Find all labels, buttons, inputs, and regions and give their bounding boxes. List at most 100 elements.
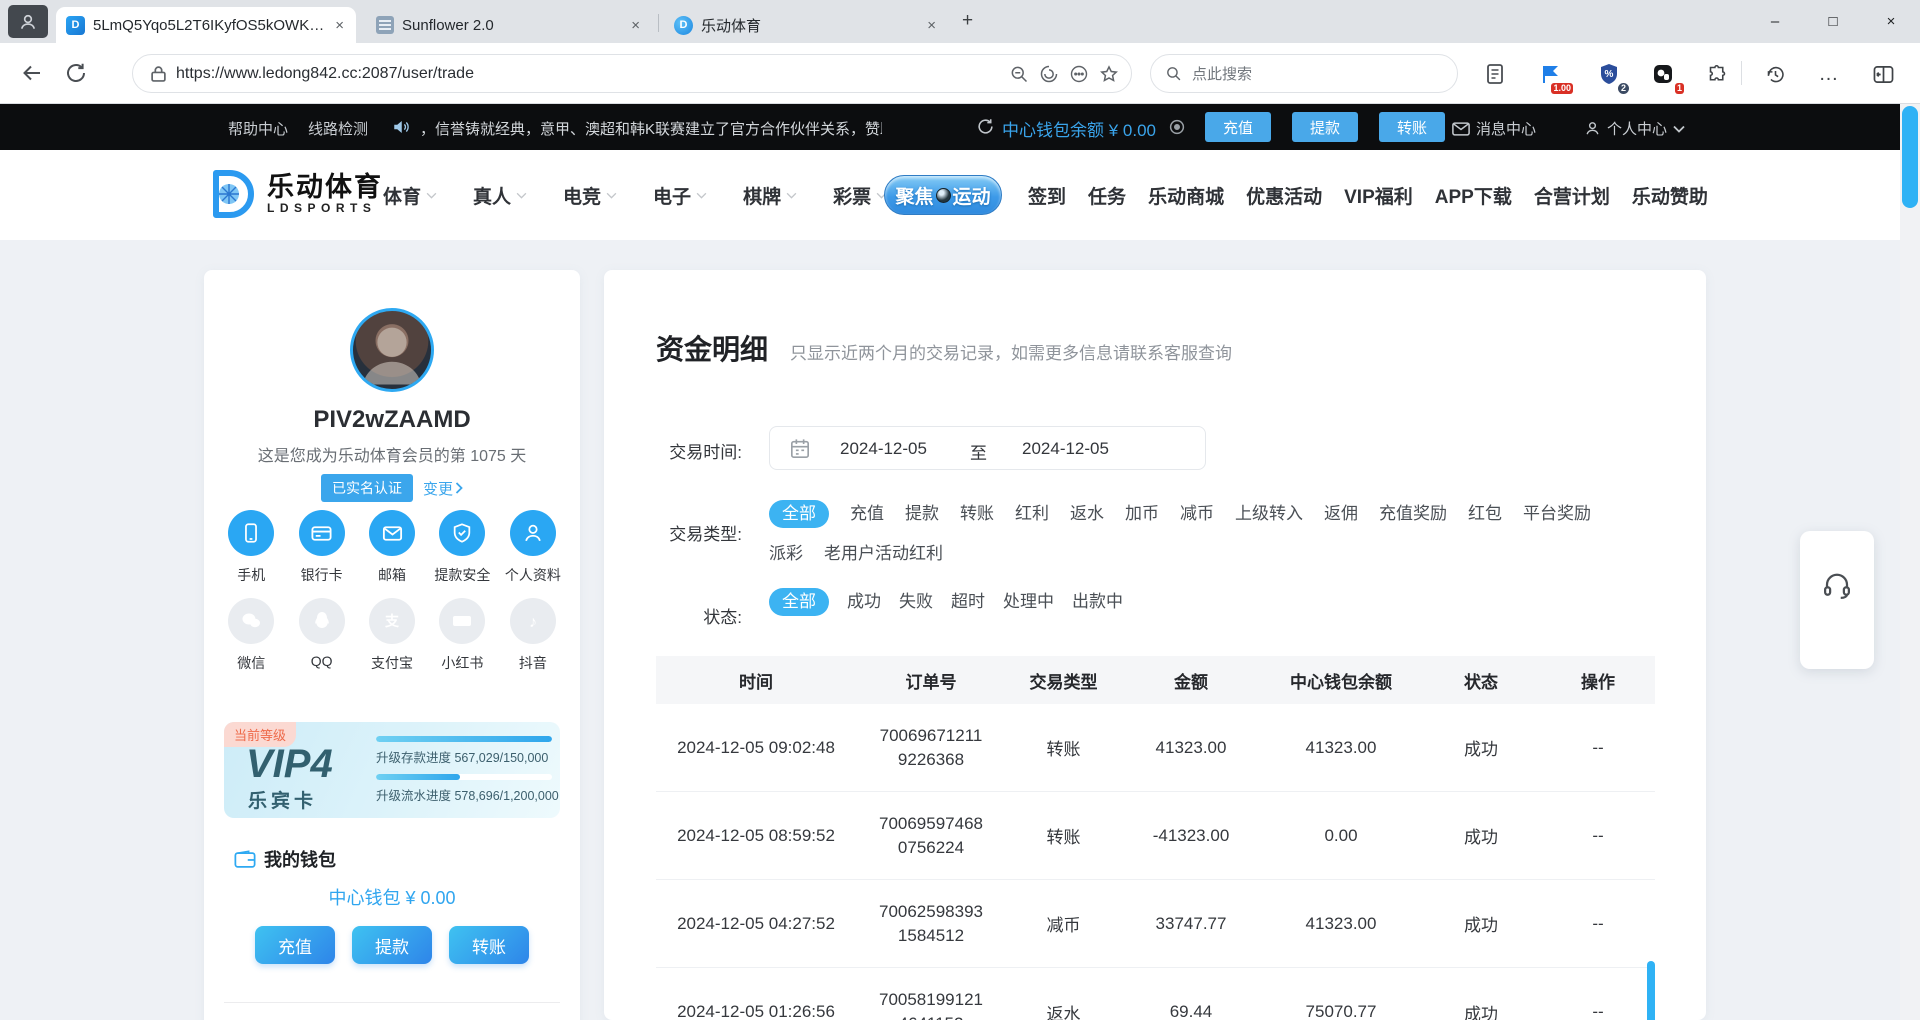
nav-link-vip[interactable]: VIP福利 [1344, 182, 1413, 209]
nav-link-signin[interactable]: 签到 [1028, 182, 1066, 209]
refresh-icon[interactable] [64, 61, 88, 85]
status-option-selected[interactable]: 全部 [769, 588, 829, 616]
more-tools-icon[interactable] [1069, 64, 1089, 84]
url-text[interactable]: https://www.ledong842.cc:2087/user/trade [176, 65, 999, 83]
unbound-alipay[interactable]: 支 支付宝 [357, 598, 427, 673]
svg-text:%: % [1605, 69, 1614, 80]
search-box[interactable]: 点此搜索 [1150, 54, 1458, 93]
topbar-deposit-button[interactable]: 充值 [1205, 112, 1271, 142]
status-option[interactable]: 超时 [951, 589, 985, 615]
tab-active[interactable]: D 5LmQ5Yqo5L2T6IKyfOS5kOWKqC × [56, 7, 356, 43]
site-logo[interactable]: 乐动体育 LDSPORTS [203, 167, 383, 221]
address-bar[interactable]: https://www.ledong842.cc:2087/user/trade [132, 54, 1132, 93]
bound-withdraw-safety[interactable]: 提款安全 [427, 510, 497, 585]
topbar-withdraw-button[interactable]: 提款 [1292, 112, 1358, 142]
type-option[interactable]: 充值奖励 [1379, 501, 1447, 527]
extensions-puzzle-icon[interactable] [1700, 57, 1734, 91]
type-option[interactable]: 老用户活动红利 [824, 541, 943, 567]
hide-balance-eye-icon[interactable] [1168, 118, 1186, 136]
table-scrollbar-thumb[interactable] [1647, 961, 1655, 1020]
type-option[interactable]: 返水 [1070, 501, 1104, 527]
nav-link-promos[interactable]: 优惠活动 [1246, 182, 1322, 209]
favorite-star-icon[interactable] [1099, 64, 1119, 84]
nav-menu-esports[interactable]: 电竞 [563, 182, 617, 209]
type-option[interactable]: 红包 [1468, 501, 1502, 527]
zoom-out-icon[interactable] [1009, 64, 1029, 84]
sidebar-withdraw-button[interactable]: 提款 [352, 926, 432, 964]
window-minimize-button[interactable]: – [1746, 0, 1804, 43]
nav-menu-sports[interactable]: 体育 [383, 182, 437, 209]
sidebar-transfer-button[interactable]: 转账 [449, 926, 529, 964]
unbound-xiaohongshu[interactable]: 小红书 [427, 598, 497, 673]
type-option-selected[interactable]: 全部 [769, 500, 829, 528]
tab-close-icon[interactable]: × [629, 17, 642, 34]
message-center-link[interactable]: 消息中心 [1452, 118, 1536, 139]
history-icon[interactable] [1758, 57, 1792, 91]
type-option[interactable]: 提款 [905, 501, 939, 527]
help-center-link[interactable]: 帮助中心 [228, 118, 288, 139]
status-option[interactable]: 成功 [847, 589, 881, 615]
unbound-douyin[interactable]: ♪ 抖音 [498, 598, 568, 673]
nav-menu-lottery[interactable]: 彩票 [833, 182, 887, 209]
date-range-picker[interactable]: 2024-12-05 至 2024-12-05 [769, 426, 1206, 470]
customer-service-headset-icon[interactable] [1822, 572, 1852, 600]
type-option[interactable]: 充值 [850, 501, 884, 527]
messenger-extension-icon[interactable]: 1 [1646, 57, 1680, 91]
type-option[interactable]: 减币 [1180, 501, 1214, 527]
date-from-value[interactable]: 2024-12-05 [840, 439, 927, 459]
split-screen-icon[interactable] [1866, 57, 1900, 91]
new-tab-button[interactable]: + [962, 10, 973, 32]
bound-phone[interactable]: 手机 [216, 510, 286, 585]
date-to-value[interactable]: 2024-12-05 [1022, 439, 1109, 459]
tab-close-icon[interactable]: × [333, 17, 346, 34]
type-option[interactable]: 加币 [1125, 501, 1159, 527]
unbound-wechat[interactable]: 微信 [216, 598, 286, 673]
nav-link-app[interactable]: APP下载 [1435, 182, 1512, 209]
focus-sports-button[interactable]: 聚焦 运动 [884, 175, 1002, 215]
line-check-link[interactable]: 线路检测 [308, 118, 368, 139]
bound-profile[interactable]: 个人资料 [498, 510, 568, 585]
reading-list-icon[interactable] [1478, 57, 1512, 91]
page-scrollbar[interactable] [1900, 104, 1920, 1020]
window-maximize-button[interactable]: □ [1804, 0, 1862, 43]
bound-email[interactable]: 邮箱 [357, 510, 427, 585]
status-option[interactable]: 失败 [899, 589, 933, 615]
type-option[interactable]: 平台奖励 [1523, 501, 1591, 527]
browser-profile-button[interactable] [8, 5, 48, 38]
price-tracker-extension-icon[interactable]: 1.00 [1535, 57, 1569, 91]
sidebar-deposit-button[interactable]: 充值 [255, 926, 335, 964]
type-option[interactable]: 上级转入 [1235, 501, 1303, 527]
nav-menu-live[interactable]: 真人 [473, 182, 527, 209]
status-option[interactable]: 处理中 [1003, 589, 1054, 615]
page-scrollbar-thumb[interactable] [1902, 106, 1918, 208]
avatar[interactable] [350, 308, 434, 392]
tab-ledong[interactable]: D 乐动体育 × [664, 7, 948, 43]
status-option[interactable]: 出款中 [1072, 589, 1123, 615]
type-option[interactable]: 转账 [960, 501, 994, 527]
tab-sunflower[interactable]: Sunflower 2.0 × [366, 7, 652, 43]
nav-link-tasks[interactable]: 任务 [1088, 182, 1126, 209]
type-option[interactable]: 派彩 [769, 541, 803, 567]
change-link[interactable]: 变更 [423, 478, 463, 499]
shield-extension-icon[interactable]: % 2 [1592, 57, 1626, 91]
topbar-transfer-button[interactable]: 转账 [1379, 112, 1445, 142]
tab-close-icon[interactable]: × [925, 17, 938, 34]
bound-bankcard[interactable]: 银行卡 [286, 510, 356, 585]
settings-menu-icon[interactable]: … [1812, 57, 1846, 91]
nav-link-mall[interactable]: 乐动商城 [1148, 182, 1224, 209]
type-option[interactable]: 红利 [1015, 501, 1049, 527]
nav-menu-slots[interactable]: 电子 [653, 182, 707, 209]
window-close-button[interactable]: × [1862, 0, 1920, 43]
refresh-balance-icon[interactable] [976, 117, 995, 136]
back-icon[interactable] [20, 61, 44, 85]
browser-essentials-icon[interactable] [1039, 64, 1059, 84]
table-row: 2024-12-05 09:02:48 700696712119226368 转… [656, 704, 1655, 792]
type-option[interactable]: 返佣 [1324, 501, 1358, 527]
cell-action: -- [1541, 914, 1655, 934]
unbound-qq[interactable]: QQ [286, 598, 356, 673]
personal-center-link[interactable]: 个人中心 [1584, 118, 1685, 139]
nav-menu-cards[interactable]: 棋牌 [743, 182, 797, 209]
nav-link-affiliate[interactable]: 合营计划 [1534, 182, 1610, 209]
cell-action: -- [1541, 738, 1655, 758]
nav-link-sponsor[interactable]: 乐动赞助 [1632, 182, 1708, 209]
